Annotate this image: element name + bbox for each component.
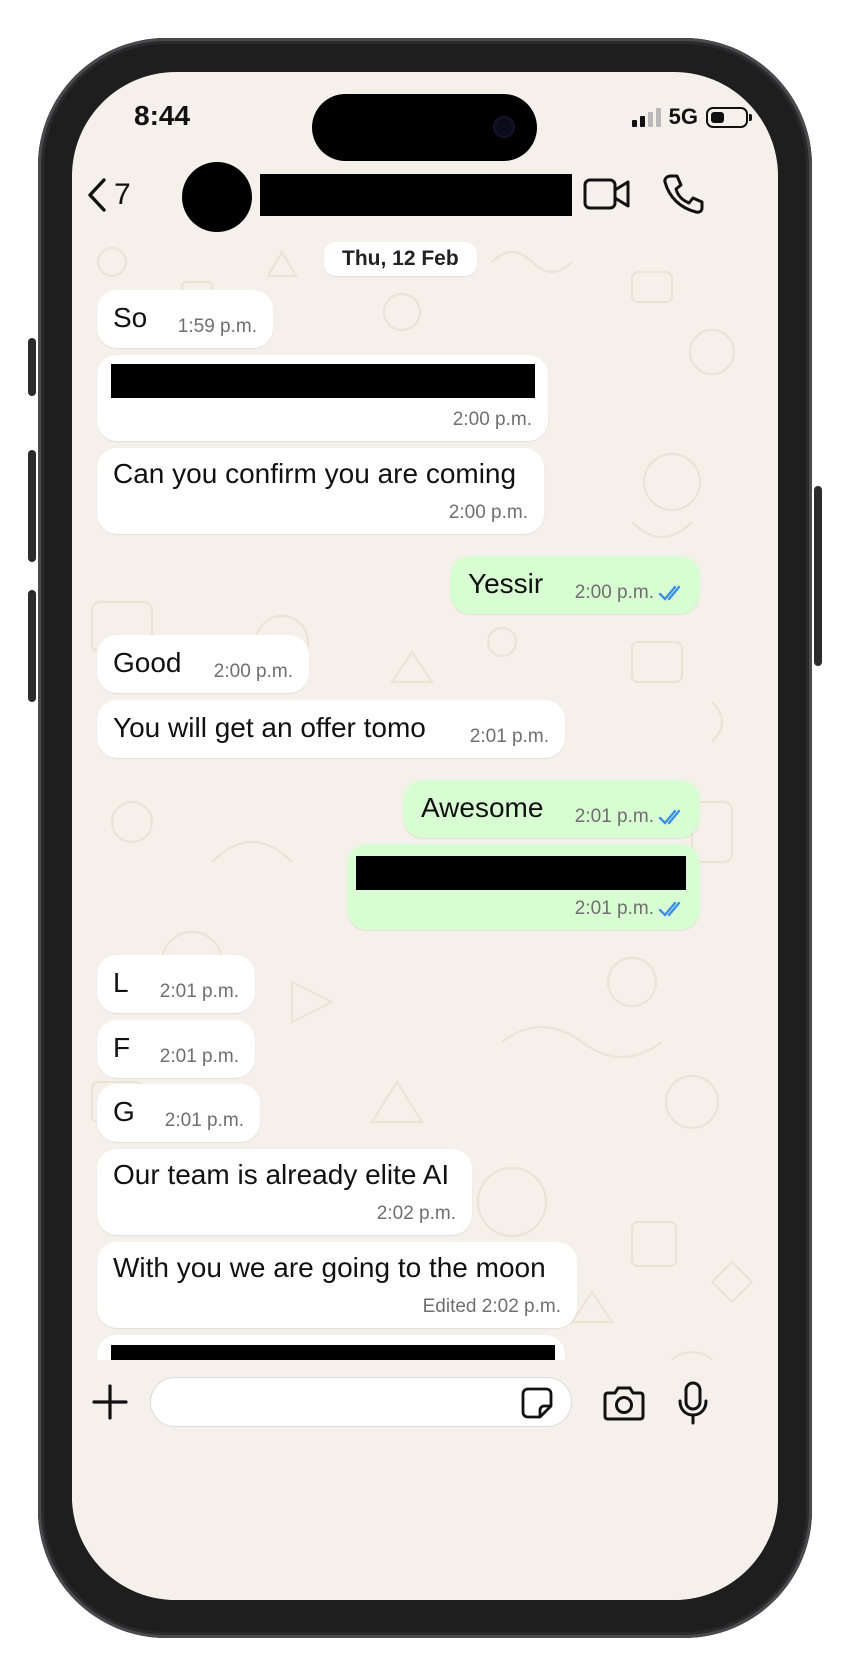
- message-text: Our team is already elite AI: [113, 1159, 450, 1190]
- network-label: 5G: [668, 104, 698, 129]
- message-time: 2:01 p.m.: [159, 1046, 239, 1067]
- sticker-icon: [521, 1387, 553, 1419]
- message-time: 2:01 p.m.: [574, 898, 654, 919]
- message-text: So: [113, 302, 148, 333]
- dynamic-island: [312, 94, 537, 161]
- message-bubble[interactable]: So 1:59 p.m.: [97, 290, 273, 348]
- message-bubble[interactable]: With you we are going to the moon Edited…: [97, 1242, 577, 1328]
- back-chevron-icon: [88, 178, 106, 212]
- voice-message-button[interactable]: [676, 1380, 710, 1431]
- status-time: 8:44: [134, 100, 191, 131]
- message-time: 2:02 p.m.: [376, 1203, 456, 1224]
- message-text: Awesome: [421, 792, 544, 823]
- date-divider: Thu, 12 Feb: [324, 242, 477, 276]
- message-text: F: [113, 1032, 131, 1063]
- message-bubble[interactable]: Good 2:00 p.m.: [97, 635, 309, 693]
- video-call-icon: [583, 178, 630, 210]
- message-time: 1:59 p.m.: [177, 316, 257, 337]
- status-indicators: 5G: [631, 104, 752, 130]
- sticker-button[interactable]: [520, 1386, 554, 1425]
- message-bubble[interactable]: Our team is already elite AI 2:02 p.m.: [97, 1149, 472, 1235]
- message-time: 2:01 p.m.: [164, 1110, 244, 1131]
- signal-icon: [631, 107, 661, 127]
- redacted-text: [356, 856, 686, 890]
- message-bubble-outgoing[interactable]: 2:01 p.m.: [347, 844, 700, 930]
- volume-up-button: [28, 450, 36, 562]
- message-time: 2:01 p.m.: [574, 806, 654, 827]
- camera-button[interactable]: [602, 1384, 646, 1427]
- message-edited-time: Edited 2:02 p.m.: [422, 1296, 561, 1317]
- volume-down-button: [28, 590, 36, 702]
- voice-call-button[interactable]: [662, 172, 704, 221]
- message-time: 2:00 p.m.: [213, 661, 293, 682]
- message-bubble[interactable]: G 2:01 p.m.: [97, 1084, 260, 1142]
- camera-icon: [603, 1386, 645, 1421]
- message-input[interactable]: [150, 1377, 572, 1427]
- silent-switch: [28, 338, 36, 396]
- message-bubble[interactable]: F 2:01 p.m.: [97, 1020, 255, 1078]
- attach-button[interactable]: [90, 1382, 130, 1427]
- message-bubble-outgoing[interactable]: Awesome 2:01 p.m.: [403, 780, 700, 838]
- message-bubble[interactable]: 2:00 p.m.: [97, 355, 548, 441]
- message-text: Can you confirm you are coming: [113, 458, 517, 489]
- message-time: 2:01 p.m.: [159, 981, 239, 1002]
- redacted-text: [111, 364, 535, 398]
- power-button: [814, 486, 822, 666]
- double-tick-icon: [658, 585, 681, 601]
- message-text: You will get an offer tomo: [113, 712, 426, 743]
- plus-icon: [92, 1384, 128, 1420]
- message-bubble[interactable]: You will get an offer tomo 2:01 p.m.: [97, 700, 565, 758]
- message-text: G: [113, 1096, 135, 1127]
- unread-count: 7: [114, 178, 131, 211]
- message-time: 2:00 p.m.: [574, 582, 654, 603]
- message-text: L: [113, 967, 129, 998]
- message-text: Yessir: [468, 568, 544, 599]
- message-text: With you we are going to the moon: [113, 1252, 546, 1283]
- message-text: Good: [113, 647, 182, 678]
- double-tick-icon: [658, 901, 681, 917]
- back-button[interactable]: 7: [84, 176, 131, 214]
- message-time: 2:00 p.m.: [452, 409, 532, 430]
- message-bubble-outgoing[interactable]: Yessir 2:00 p.m.: [450, 556, 700, 614]
- double-tick-icon: [658, 809, 681, 825]
- message-bubble[interactable]: Can you confirm you are coming 2:00 p.m.: [97, 448, 544, 534]
- microphone-icon: [678, 1381, 708, 1425]
- message-time: 2:00 p.m.: [448, 502, 528, 523]
- composer-bar: [72, 1360, 778, 1600]
- battery-icon: [706, 106, 752, 128]
- message-time: 2:01 p.m.: [469, 726, 549, 747]
- phone-screen: 8:44 5G 7 Thu, 12 Feb So 1:59 p.m. 2:00 …: [72, 72, 778, 1600]
- message-list[interactable]: Thu, 12 Feb So 1:59 p.m. 2:00 p.m. Can y…: [72, 222, 778, 1432]
- contact-name-redacted[interactable]: [260, 174, 572, 216]
- phone-call-icon: [663, 174, 704, 214]
- message-bubble[interactable]: L 2:01 p.m.: [97, 955, 255, 1013]
- video-call-button[interactable]: [582, 174, 632, 219]
